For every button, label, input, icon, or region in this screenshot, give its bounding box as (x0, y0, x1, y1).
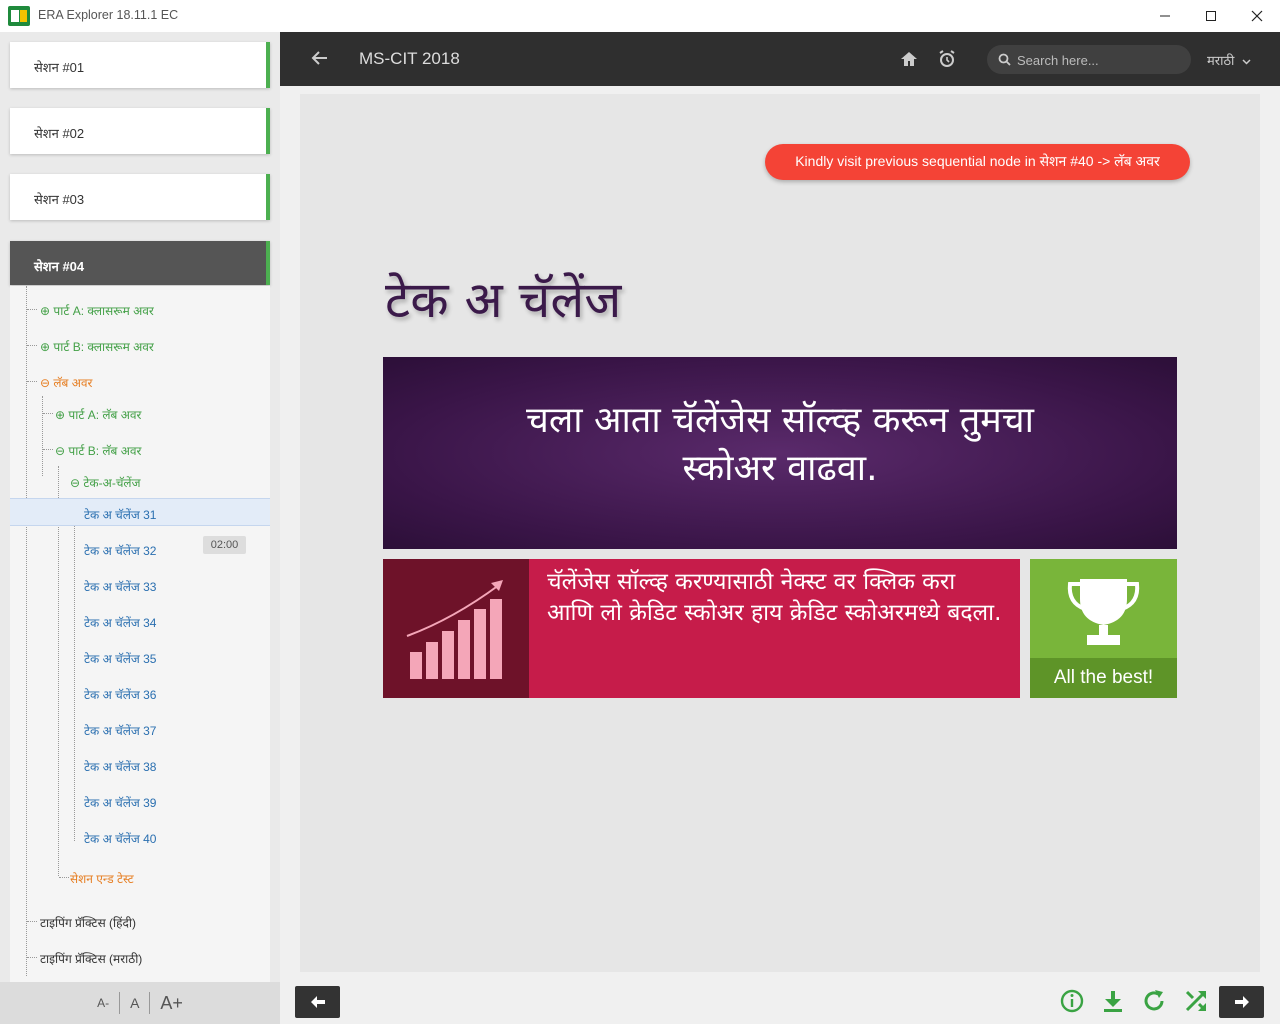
title-bar: ERA Explorer 18.11.1 EC (0, 0, 1280, 32)
sequential-notice-banner: Kindly visit previous sequential node in… (765, 144, 1190, 180)
search-icon (998, 53, 1011, 66)
tree-item-challenge-37[interactable]: टेक अ चॅलेंज 37 (84, 722, 156, 739)
tree-item-challenge-36[interactable]: टेक अ चॅलेंज 36 (84, 686, 156, 703)
next-button[interactable] (1219, 986, 1264, 1018)
alarm-clock-icon[interactable] (937, 49, 957, 69)
tree-connector (27, 921, 37, 922)
best-wishes-panel: All the best! (1030, 559, 1177, 698)
intro-text-line-2: स्कोअर वाढवा. (682, 448, 878, 489)
best-wishes-label: All the best! (1030, 658, 1177, 698)
tree-item-typing-hindi[interactable]: टाइपिंग प्रॅक्टिस (हिंदी) (40, 914, 136, 931)
minimize-button[interactable] (1142, 0, 1188, 32)
intro-panel: चला आता चॅलेंजेस सॉल्व्ह करून तुमचा स्को… (383, 357, 1177, 549)
app-logo-icon (8, 6, 30, 26)
language-select[interactable]: मराठी (1207, 51, 1251, 69)
language-label: मराठी (1207, 53, 1235, 68)
font-normal-button[interactable]: A (120, 995, 149, 1011)
tree-item-challenge-35[interactable]: टेक अ चॅलेंज 35 (84, 650, 156, 667)
tree-connector (74, 501, 75, 841)
close-button[interactable] (1234, 0, 1280, 32)
home-icon[interactable] (899, 49, 919, 69)
tree-item-lab-hour[interactable]: ⊖ लॅब अवर (40, 374, 92, 391)
page-title: MS-CIT 2018 (359, 49, 460, 68)
tree-connector (27, 381, 37, 382)
slide-title: टेक अ चॅलेंज (385, 271, 622, 329)
font-increase-button[interactable]: A+ (150, 993, 193, 1014)
tree-item-typing-marathi[interactable]: टाइपिंग प्रॅक्टिस (मराठी) (40, 950, 142, 967)
tree-item-challenge-31[interactable]: टेक अ चॅलेंज 31 (84, 506, 156, 523)
tree-item-part-a-lab[interactable]: ⊕ पार्ट A: लॅब अवर (55, 406, 141, 423)
arrow-right-icon (1234, 996, 1249, 1008)
tree-item-part-b-classroom[interactable]: ⊕ पार्ट B: क्लासरूम अवर (40, 338, 154, 355)
tree-item-tech-challenge[interactable]: ⊖ टेक-अ-चॅलेंज (70, 474, 140, 491)
info-icon[interactable] (1059, 988, 1085, 1014)
session-tree: ⊕ पार्ट A: क्लासरूम अवर ⊕ पार्ट B: क्लास… (10, 286, 270, 1016)
window-title: ERA Explorer 18.11.1 EC (38, 8, 179, 22)
tree-item-challenge-38[interactable]: टेक अ चॅलेंज 38 (84, 758, 156, 775)
search-input[interactable] (1017, 51, 1182, 69)
back-arrow-icon[interactable] (310, 48, 330, 68)
sidebar: सेशन #01 सेशन #02 सेशन #03 सेशन #04 ⊕ पा… (0, 32, 280, 1024)
tree-connector (43, 449, 53, 450)
refresh-icon[interactable] (1141, 988, 1167, 1014)
tree-connector (27, 309, 37, 310)
tree-item-challenge-39[interactable]: टेक अ चॅलेंज 39 (84, 794, 156, 811)
session-item-02[interactable]: सेशन #02 (10, 108, 270, 154)
growth-chart-icon (406, 580, 503, 679)
tree-connector (26, 286, 27, 976)
slide-content: Kindly visit previous sequential node in… (300, 94, 1260, 972)
tree-item-part-a-classroom[interactable]: ⊕ पार्ट A: क्लासरूम अवर (40, 302, 154, 319)
previous-button[interactable] (295, 986, 340, 1018)
font-decrease-button[interactable]: A- (87, 996, 119, 1010)
font-size-controls: A- A A+ (0, 982, 280, 1024)
app-header: MS-CIT 2018 मराठी (280, 32, 1280, 86)
session-item-04[interactable]: सेशन #04 (10, 241, 270, 285)
tree-item-challenge-34[interactable]: टेक अ चॅलेंज 34 (84, 614, 156, 631)
session-item-01[interactable]: सेशन #01 (10, 42, 270, 88)
time-badge: 02:00 (203, 536, 246, 554)
tree-item-challenge-32[interactable]: टेक अ चॅलेंज 32 (84, 542, 156, 559)
search-box (987, 45, 1191, 74)
tree-item-part-b-lab[interactable]: ⊖ पार्ट B: लॅब अवर (55, 442, 141, 459)
tree-connector (27, 345, 37, 346)
tree-item-session-end-test[interactable]: सेशन एन्ड टेस्ट (70, 870, 134, 887)
growth-chart-icon-area (383, 559, 529, 698)
instruction-text: चॅलेंजेस सॉल्व्ह करण्यासाठी नेक्स्ट वर क… (547, 569, 1002, 626)
tree-connector (58, 466, 59, 876)
chevron-down-icon (1242, 59, 1251, 65)
tree-connector (42, 396, 43, 476)
intro-text-line-1: चला आता चॅलेंजेस सॉल्व्ह करून तुमचा (525, 400, 1034, 441)
shuffle-icon[interactable] (1183, 988, 1209, 1014)
trophy-icon (1067, 579, 1140, 645)
session-item-03[interactable]: सेशन #03 (10, 174, 270, 220)
instruction-panel: चॅलेंजेस सॉल्व्ह करण्यासाठी नेक्स्ट वर क… (383, 559, 1020, 698)
maximize-button[interactable] (1188, 0, 1234, 32)
tree-item-challenge-33[interactable]: टेक अ चॅलेंज 33 (84, 578, 156, 595)
tree-connector (27, 957, 37, 958)
arrow-left-icon (310, 996, 325, 1008)
download-icon[interactable] (1100, 988, 1126, 1014)
tree-connector (59, 877, 69, 878)
tree-connector (43, 413, 53, 414)
tree-item-challenge-40[interactable]: टेक अ चॅलेंज 40 (84, 830, 156, 847)
